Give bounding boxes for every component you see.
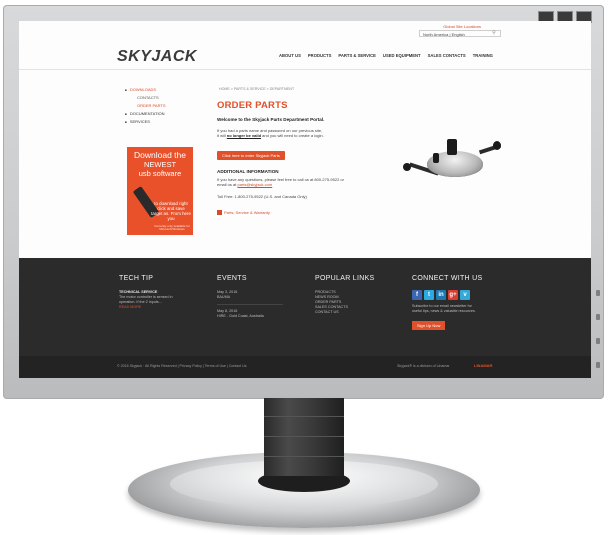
social-links: f t in g+ v (412, 290, 482, 300)
intro-paragraph: If you had a parts name and password on … (217, 128, 367, 138)
copyright-text: © 2016 Skyjack · All Rights Reserved | P… (117, 364, 247, 368)
header-divider (19, 69, 591, 70)
promo-note: Currently only available for Microsoft W… (154, 224, 190, 232)
division-text: Skyjack® is a division of Linamar (397, 364, 450, 368)
connect-title: CONNECT WITH US (412, 275, 483, 282)
sidebar-item-downloads[interactable]: DOWNLOADS (125, 87, 195, 92)
nav-sales-contacts[interactable]: SALES CONTACTS (428, 53, 466, 58)
toll-free-text: Toll Free: 1-800-275-9522 (U.S. and Cana… (217, 194, 307, 199)
event-name[interactable]: BAUMA (217, 295, 283, 300)
parts-email-link[interactable]: parts@skyjack.com (237, 182, 272, 187)
newsletter-signup-button[interactable]: Sign Up Now (412, 321, 446, 330)
intro-text: and you will need to create a login. (262, 133, 324, 139)
promo-line-3: usb software (138, 169, 182, 178)
footer-bottom-bar: © 2016 Skyjack · All Rights Reserved | P… (19, 356, 591, 378)
search-icon[interactable]: ⚲ (489, 30, 499, 37)
tech-tip-column: TECH TIP TECHNICAL SERVICE The motor con… (119, 275, 173, 310)
footer-link-contact-us[interactable]: CONTACT US (315, 310, 375, 315)
contact-paragraph: If you have any questions, please feel f… (217, 177, 367, 187)
connect-column: CONNECT WITH US f t in g+ v Subscribe to… (412, 275, 482, 332)
pdf-link-label: Parts, Service & Warranty (224, 210, 270, 215)
promo-line-2: NEWEST (143, 160, 177, 169)
monitor-button[interactable] (596, 314, 600, 320)
vimeo-icon[interactable]: v (460, 290, 470, 300)
monitor-stand-neck (264, 398, 344, 476)
warranty-pdf-link[interactable]: Parts, Service & Warranty (217, 210, 270, 215)
monitor-button[interactable] (596, 290, 600, 296)
popular-links-title: POPULAR LINKS (315, 275, 375, 282)
promo-line-1: Download the (134, 150, 186, 160)
popular-links-column: POPULAR LINKS PRODUCTS NEWS ROOM ORDER P… (315, 275, 375, 315)
usb-software-promo[interactable]: Download the NEWEST usb software to down… (127, 147, 193, 235)
sidebar-item-services[interactable]: SERVICES (125, 119, 195, 124)
monitor-side-buttons (596, 290, 600, 368)
promo-instructions: to download right click and save target … (151, 201, 191, 221)
logo-text: SKYJACK (117, 48, 197, 65)
nav-used-equipment[interactable]: USED EQUIPMENT (383, 53, 421, 58)
site-footer: TECH TIP TECHNICAL SERVICE The motor con… (19, 258, 591, 356)
global-site-link[interactable]: Global Site Locations (443, 24, 481, 29)
monitor-screen: Global Site Locations North America | En… (19, 21, 591, 378)
contact-text: email us at (217, 182, 237, 188)
skyjack-logo[interactable]: SKYJACK (117, 48, 197, 66)
newsletter-text: useful tips, news & valuable resources. (412, 309, 476, 313)
nav-about-us[interactable]: ABOUT US (279, 53, 301, 58)
events-title: EVENTS (217, 275, 247, 282)
power-button[interactable] (596, 362, 600, 368)
sidebar: DOWNLOADS CONTACTS ORDER PARTS DOCUMENTA… (125, 87, 195, 127)
pdf-icon (217, 210, 222, 215)
linamar-logo[interactable]: LINAMAR (474, 363, 492, 368)
event-divider (217, 304, 283, 305)
nav-parts-service[interactable]: PARTS & SERVICE (338, 53, 376, 58)
breadcrumb[interactable]: HOME > PARTS & SERVICE > DEPARTMENT (219, 87, 294, 91)
nav-products[interactable]: PRODUCTS (308, 53, 332, 58)
twitter-icon[interactable]: t (424, 290, 434, 300)
page-title: ORDER PARTS (217, 100, 288, 111)
linkedin-icon[interactable]: in (436, 290, 446, 300)
facebook-icon[interactable]: f (412, 290, 422, 300)
product-parts-image (389, 129, 509, 195)
googleplus-icon[interactable]: g+ (448, 290, 458, 300)
sidebar-item-order-parts[interactable]: ORDER PARTS (125, 103, 195, 108)
events-column: EVENTS May 3, 2016 BAUMA May 8, 2016 HIR… (217, 275, 283, 319)
additional-info-heading: ADDITIONAL INFORMATION (217, 169, 279, 174)
read-more-link[interactable]: READ MORE (119, 305, 173, 310)
sidebar-item-contacts[interactable]: CONTACTS (125, 95, 195, 100)
monitor-button[interactable] (596, 338, 600, 344)
sidebar-item-documentation[interactable]: DOCUMENTATION (125, 111, 195, 116)
main-nav: ABOUT US PRODUCTS PARTS & SERVICE USED E… (279, 53, 493, 58)
no-longer-valid-link[interactable]: no longer be valid (227, 133, 261, 138)
event-name[interactable]: HIRE - Gold Coast, Australia (217, 314, 283, 319)
enter-parts-portal-button[interactable]: Click here to enter Skyjack Parts (217, 151, 285, 160)
tech-tip-title: TECH TIP (119, 275, 154, 282)
intro-text: it will (217, 133, 226, 139)
welcome-heading: Welcome to the Skyjack Parts Department … (217, 117, 325, 122)
nav-training[interactable]: TRAINING (473, 53, 493, 58)
